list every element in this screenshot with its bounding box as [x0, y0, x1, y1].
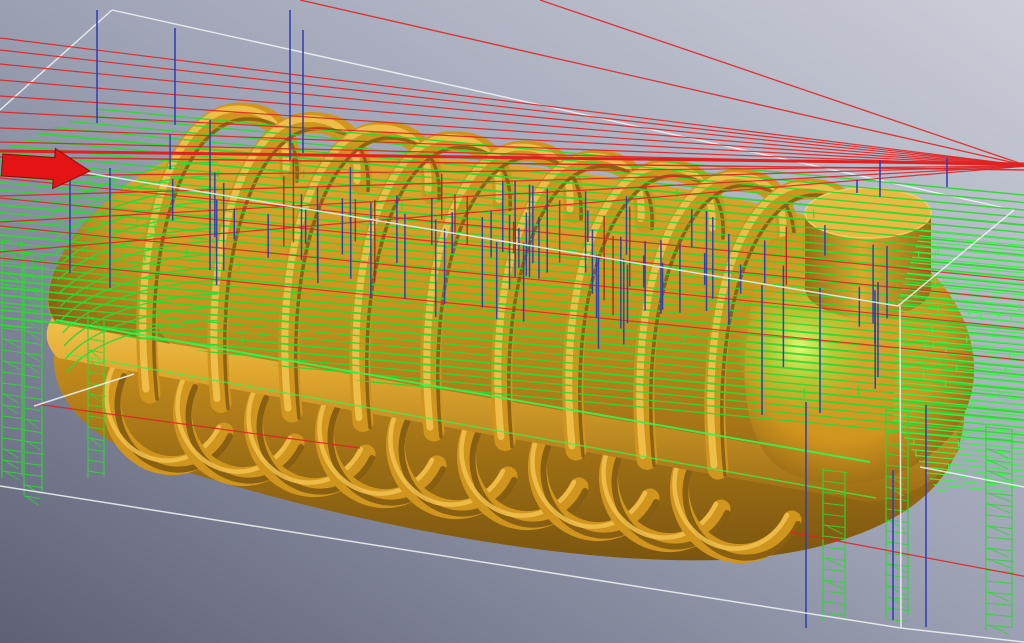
cam-viewport[interactable] — [0, 0, 1024, 643]
stock-box-edge — [900, 306, 901, 628]
